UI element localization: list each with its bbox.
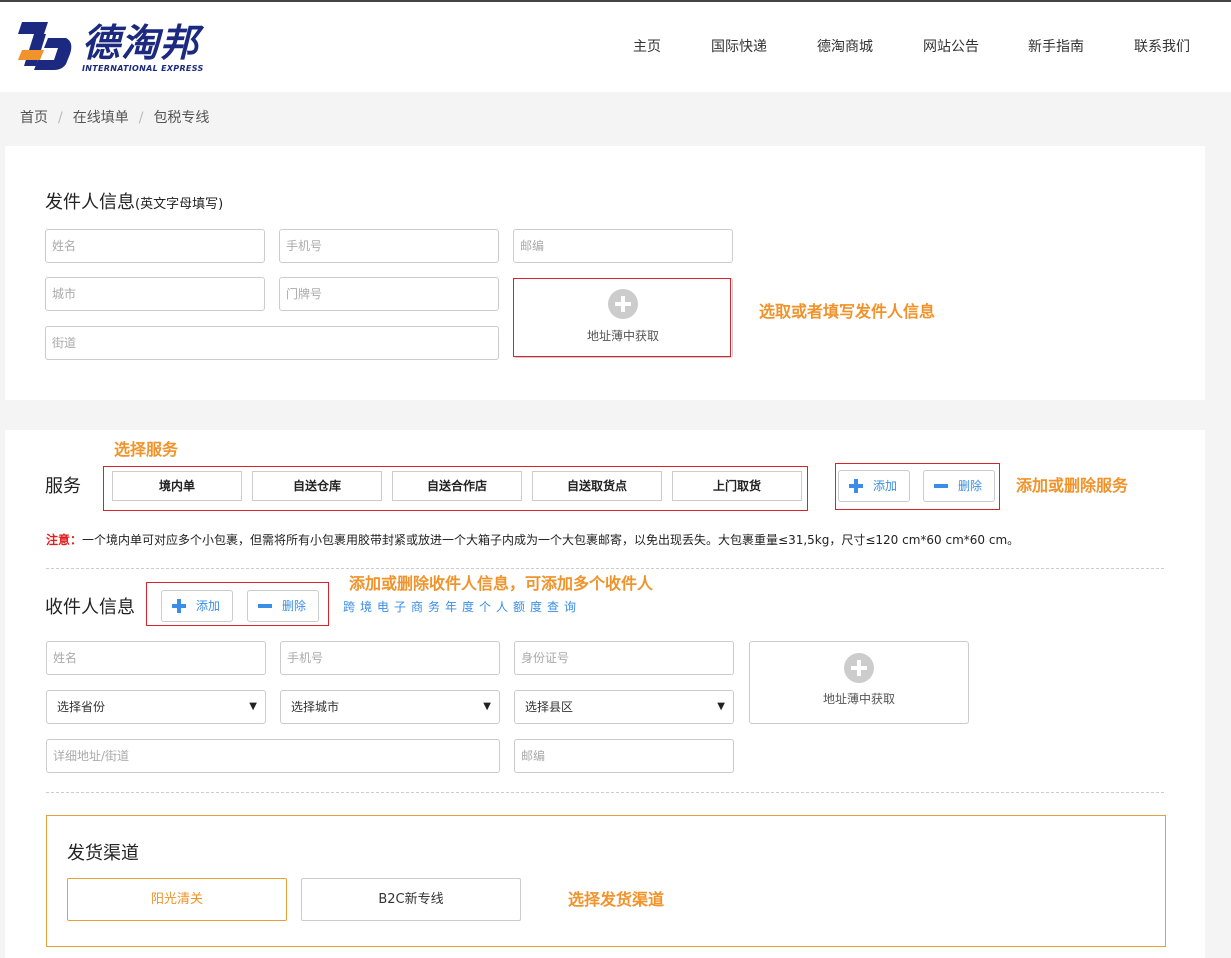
nav-guide[interactable]: 新手指南 <box>1028 36 1084 56</box>
sender-title-note: (英文字母填写) <box>135 197 224 212</box>
nav-contact[interactable]: 联系我们 <box>1134 36 1190 56</box>
breadcrumb-separator: / <box>58 110 63 126</box>
plus-icon <box>849 479 863 493</box>
nav-home[interactable]: 主页 <box>633 36 661 56</box>
minus-icon <box>934 479 948 493</box>
annotation-sender: 选取或者填写发件人信息 <box>759 302 936 321</box>
receiver-zip-input[interactable] <box>514 739 734 773</box>
breadcrumb: 首页 / 在线填单 / 包税专线 <box>20 107 209 127</box>
sender-name-input[interactable] <box>45 229 265 263</box>
breadcrumb-current: 包税专线 <box>153 110 210 126</box>
plus-icon <box>172 599 186 613</box>
add-service-button[interactable]: 添加 <box>838 470 910 502</box>
sender-city-input[interactable] <box>45 277 265 311</box>
sender-title-text: 发件人信息 <box>45 192 135 213</box>
delete-receiver-label: 删除 <box>282 599 307 613</box>
divider <box>46 568 1164 569</box>
annotation-channel: 选择发货渠道 <box>568 890 665 909</box>
nav-intl-express[interactable]: 国际快递 <box>711 36 767 56</box>
district-select[interactable]: 选择县区 ▼ <box>514 690 734 724</box>
add-service-label: 添加 <box>873 479 898 493</box>
divider <box>46 792 1164 793</box>
delete-service-label: 删除 <box>958 479 983 493</box>
sender-house-number-input[interactable] <box>279 277 499 311</box>
sender-panel <box>5 146 1205 400</box>
receiver-name-input[interactable] <box>46 641 266 675</box>
receiver-address-book-button[interactable]: 地址薄中获取 <box>749 641 969 724</box>
receiver-phone-input[interactable] <box>280 641 500 675</box>
add-receiver-button[interactable]: 添加 <box>161 590 233 622</box>
province-select[interactable]: 选择省份 ▼ <box>46 690 266 724</box>
add-circle-icon <box>844 653 874 683</box>
service-self-warehouse-button[interactable]: 自送仓库 <box>252 471 382 501</box>
city-select[interactable]: 选择城市 ▼ <box>280 690 500 724</box>
minus-icon <box>258 599 272 613</box>
notice-text: 一个境内单可对应多个小包裹，但需将所有小包裹用胶带封紧或放进一个大箱子内成为一个… <box>82 533 1020 547</box>
receiver-street-input[interactable] <box>46 739 500 773</box>
channel-title: 发货渠道 <box>67 843 139 864</box>
sender-phone-input[interactable] <box>279 229 499 263</box>
annotation-receiver: 添加或删除收件人信息，可添加多个收件人 <box>349 574 654 593</box>
channel-option-sunshine-clearance[interactable]: 阳光清关 <box>67 878 287 921</box>
receiver-address-book-label: 地址薄中获取 <box>822 692 895 706</box>
sender-highlight-box <box>513 278 731 357</box>
header: 德淘邦 INTERNATIONAL EXPRESS 主页 国际快递 德淘商城 网… <box>0 2 1231 92</box>
receiver-id-number-input[interactable] <box>514 641 734 675</box>
city-select-value: 选择城市 <box>291 700 340 714</box>
service-title: 服务 <box>45 476 81 497</box>
dropdown-arrow-icon: ▼ <box>483 701 491 712</box>
breadcrumb-online-form[interactable]: 在线填单 <box>73 110 129 126</box>
notice: 注意：一个境内单可对应多个小包裹，但需将所有小包裹用胶带封紧或放进一个大箱子内成… <box>46 531 1019 548</box>
logo-subtitle: INTERNATIONAL EXPRESS <box>82 64 204 73</box>
service-domestic-order-button[interactable]: 境内单 <box>112 471 242 501</box>
channel-option-b2c-new-line[interactable]: B2C新专线 <box>301 878 521 921</box>
province-select-value: 选择省份 <box>57 700 106 714</box>
sender-zip-input[interactable] <box>513 229 733 263</box>
sender-street-input[interactable] <box>45 326 499 360</box>
dropdown-arrow-icon: ▼ <box>249 701 257 712</box>
receiver-title: 收件人信息 <box>45 597 135 618</box>
add-receiver-label: 添加 <box>196 599 221 613</box>
nav-mall[interactable]: 德淘商城 <box>817 36 873 56</box>
logo-mark-icon <box>18 22 72 70</box>
district-select-value: 选择县区 <box>525 700 574 714</box>
breadcrumb-home[interactable]: 首页 <box>20 110 48 126</box>
service-door-pickup-button[interactable]: 上门取货 <box>672 471 802 501</box>
sender-title: 发件人信息(英文字母填写) <box>45 188 223 214</box>
dropdown-arrow-icon: ▼ <box>717 701 725 712</box>
logo-name: 德淘邦 <box>82 21 200 65</box>
annotation-add-service: 添加或删除服务 <box>1016 476 1129 495</box>
delete-receiver-button[interactable]: 删除 <box>247 590 319 622</box>
personal-quota-query-link[interactable]: 跨境电子商务年度个人额度查询 <box>343 598 581 615</box>
breadcrumb-separator: / <box>138 110 144 126</box>
annotation-service: 选择服务 <box>114 440 179 459</box>
notice-label: 注意： <box>46 533 83 547</box>
service-partner-store-button[interactable]: 自送合作店 <box>392 471 522 501</box>
nav-announcements[interactable]: 网站公告 <box>923 36 979 56</box>
logo[interactable]: 德淘邦 INTERNATIONAL EXPRESS <box>14 20 203 76</box>
service-pickup-point-button[interactable]: 自送取货点 <box>532 471 662 501</box>
delete-service-button[interactable]: 删除 <box>923 470 995 502</box>
